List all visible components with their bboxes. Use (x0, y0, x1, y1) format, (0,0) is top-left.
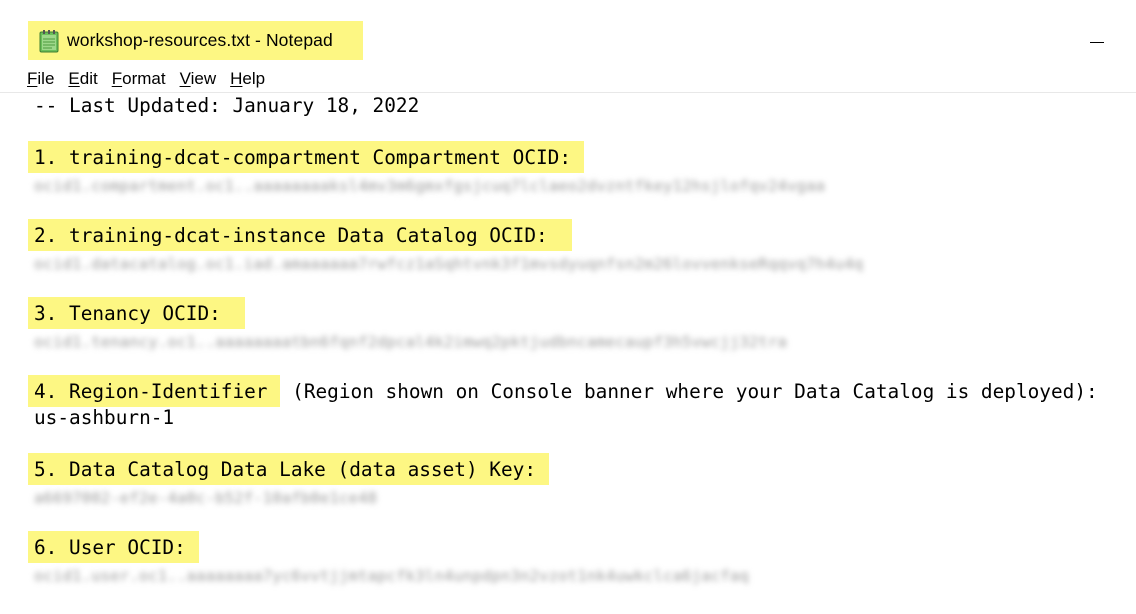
item-1-heading: 1. training-dcat-compartment Compartment… (28, 141, 585, 173)
notepad-icon (38, 29, 60, 53)
title-bar: workshop-resources.txt - Notepad (0, 0, 1136, 64)
title-text: workshop-resources.txt - Notepad (67, 30, 333, 50)
menu-file[interactable]: File (27, 69, 54, 89)
minimize-icon (1090, 41, 1104, 43)
item-4-value: us-ashburn-1 (34, 406, 175, 429)
menu-format[interactable]: Format (112, 69, 166, 89)
item-3-value-redacted: ocid1.tenancy.oc1..aaaaaaaatbn6fqnf2dpca… (34, 333, 788, 351)
item-5-value-redacted: a6697002-ef2e-4a0c-b52f-10afb0e1ce48 (34, 489, 378, 507)
menu-edit[interactable]: Edit (68, 69, 97, 89)
item-3-heading: 3. Tenancy OCID: (28, 297, 246, 329)
minimize-button[interactable] (1082, 26, 1112, 56)
menu-help[interactable]: Help (230, 69, 265, 89)
text-editor-area[interactable]: -- Last Updated: January 18, 2022 1. tra… (0, 93, 1136, 614)
item-6-heading: 6. User OCID: (28, 531, 199, 563)
item-2-value-redacted: ocid1.datacatalog.oc1.iad.amaaaaaa7rwfcz… (34, 255, 864, 273)
item-6-value-redacted: ocid1.user.oc1..aaaaaaaa7yc6vvtjjmtapcfk… (34, 567, 749, 585)
menu-view[interactable]: View (180, 69, 217, 89)
window-title: workshop-resources.txt - Notepad (28, 21, 363, 60)
item-4-heading: 4. Region-Identifier (Region shown on Co… (28, 375, 1098, 407)
item-2-heading: 2. training-dcat-instance Data Catalog O… (28, 219, 573, 251)
last-updated-line: -- Last Updated: January 18, 2022 (34, 94, 420, 117)
item-1-value-redacted: ocid1.compartment.oc1..aaaaaaaaksl4mv3m6… (34, 177, 826, 195)
menu-bar: File Edit Format View Help (27, 66, 279, 92)
item-5-heading: 5. Data Catalog Data Lake (data asset) K… (28, 453, 549, 485)
